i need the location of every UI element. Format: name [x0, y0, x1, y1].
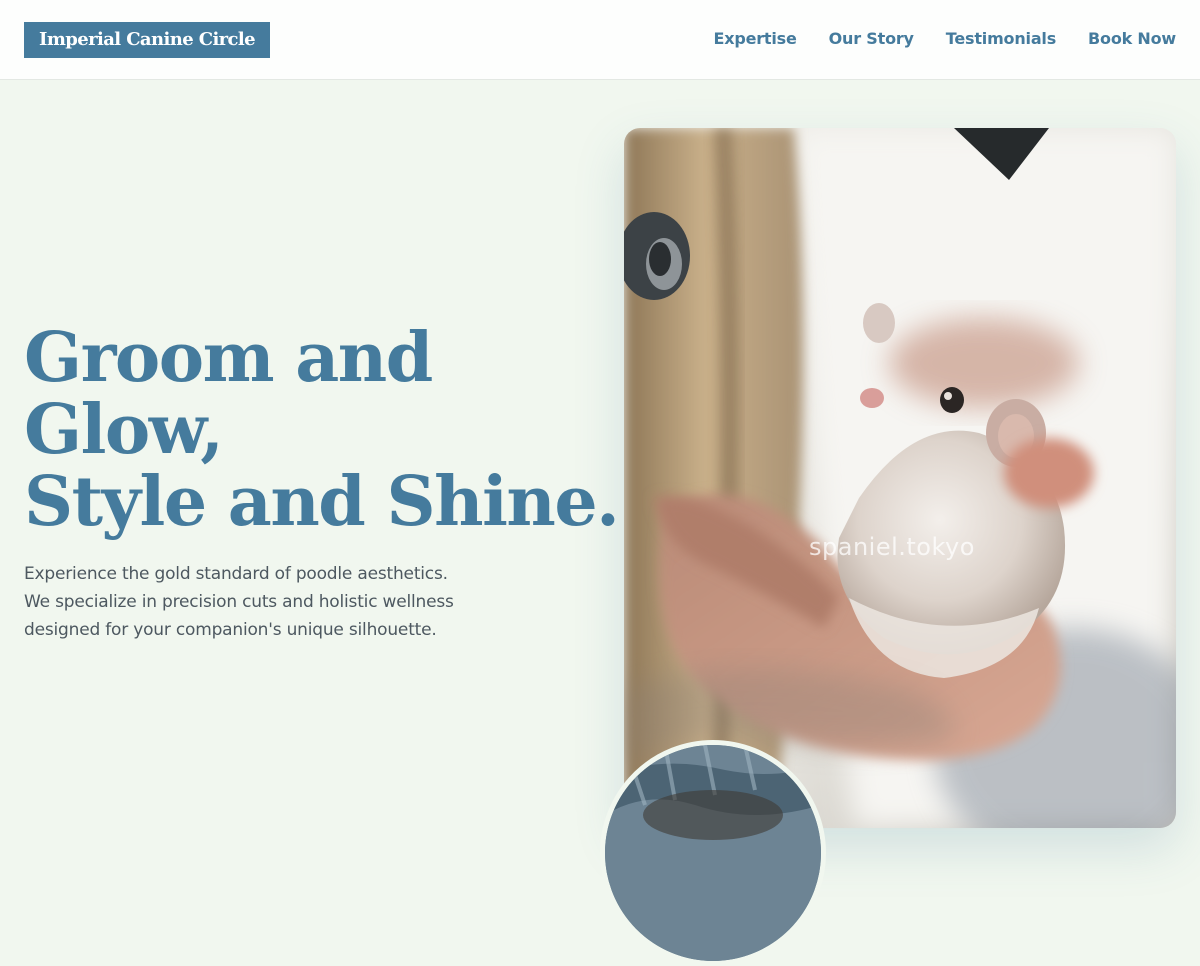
image-watermark: spaniel.tokyo	[809, 533, 975, 561]
nav-link-our-story[interactable]: Our Story	[829, 28, 914, 50]
hero-title-line: Style and Shine.	[24, 462, 620, 542]
hero-title-line: Groom and	[24, 318, 433, 398]
hamster-in-hand-image: spaniel.tokyo	[624, 128, 1176, 828]
nav-link-expertise[interactable]: Expertise	[713, 28, 796, 50]
nav-link-book-now[interactable]: Book Now	[1088, 28, 1176, 50]
hero-description: Experience the gold standard of poodle a…	[24, 564, 454, 640]
nav-link-testimonials[interactable]: Testimonials	[946, 28, 1056, 50]
hero-title-line: Glow,	[24, 390, 224, 470]
hero-hamster-photo: spaniel.tokyo	[624, 128, 1176, 828]
secondary-round-photo	[600, 740, 826, 966]
secondary-photo-image	[605, 745, 821, 961]
site-logo[interactable]: Imperial Canine Circle	[24, 22, 271, 58]
site-header: Imperial Canine Circle Expertise Our Sto…	[0, 0, 1200, 80]
hero-title: Groom and Glow, Style and Shine.	[24, 318, 620, 542]
main-nav: Expertise Our Story Testimonials Book No…	[713, 28, 1176, 50]
